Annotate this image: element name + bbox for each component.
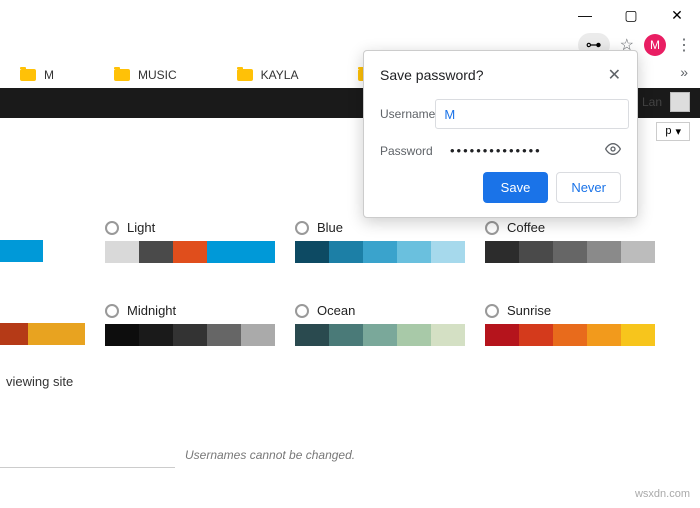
swatch — [621, 324, 655, 346]
swatch — [397, 324, 431, 346]
palette-option[interactable]: Coffee — [485, 220, 655, 263]
menu-icon[interactable]: ⋮ — [676, 35, 692, 55]
bookmark-item[interactable]: M — [20, 68, 54, 82]
swatch — [207, 324, 241, 346]
folder-icon — [20, 69, 36, 81]
watermark: wsxdn.com — [635, 488, 690, 500]
username-hint: Usernames cannot be changed. — [185, 448, 355, 462]
swatch — [0, 240, 21, 262]
swatch — [43, 240, 64, 262]
swatch-row — [105, 324, 275, 346]
swatch — [621, 241, 655, 263]
swatch — [173, 241, 207, 263]
close-icon[interactable]: ✕ — [608, 65, 621, 85]
swatch — [139, 324, 173, 346]
swatch-row — [485, 324, 655, 346]
swatch — [241, 241, 275, 263]
radio-icon — [295, 221, 309, 235]
swatch — [485, 324, 519, 346]
folder-icon — [237, 69, 253, 81]
palette-name: Coffee — [507, 220, 545, 235]
dropdown[interactable]: p▾ — [656, 122, 690, 141]
popover-username-input[interactable] — [435, 99, 629, 129]
swatch — [57, 323, 85, 345]
swatch-row — [0, 323, 85, 345]
save-button[interactable]: Save — [483, 172, 549, 203]
swatch — [363, 324, 397, 346]
bookmark-item[interactable]: MUSIC — [114, 68, 177, 82]
radio-icon — [105, 221, 119, 235]
radio-icon — [485, 221, 499, 235]
swatch — [431, 324, 465, 346]
swatch-row — [295, 241, 465, 263]
eye-icon[interactable] — [605, 141, 621, 160]
radio-icon — [485, 304, 499, 318]
bookmark-item[interactable]: KAYLA — [237, 68, 299, 82]
swatch — [329, 324, 363, 346]
swatch — [21, 240, 42, 262]
chevron-down-icon: ▾ — [675, 125, 681, 138]
minimize-button[interactable]: — — [562, 0, 608, 30]
swatch — [519, 324, 553, 346]
palette-name: Midnight — [127, 303, 176, 318]
viewing-site-label: viewing site — [6, 374, 73, 389]
swatch — [139, 241, 173, 263]
password-value: •••••••••••••• — [450, 143, 605, 158]
swatch — [241, 324, 275, 346]
swatch — [295, 241, 329, 263]
radio-icon — [105, 304, 119, 318]
swatch — [0, 323, 28, 345]
swatch — [553, 241, 587, 263]
palette-name: Light — [127, 220, 155, 235]
folder-icon — [114, 69, 130, 81]
swatch — [64, 240, 85, 262]
palette-option[interactable]: Ocean — [295, 303, 465, 346]
profile-avatar[interactable]: M — [644, 34, 666, 56]
swatch — [553, 324, 587, 346]
swatch — [431, 241, 465, 263]
swatch — [295, 324, 329, 346]
swatch-row — [105, 241, 275, 263]
swatch-row — [295, 324, 465, 346]
username-label: Username — [380, 107, 435, 121]
palette-name: Blue — [317, 220, 343, 235]
palette-option[interactable]: Blue — [295, 220, 465, 263]
maximize-button[interactable]: ▢ — [608, 0, 654, 30]
username-input[interactable] — [0, 442, 175, 468]
swatch — [105, 324, 139, 346]
palette-name: Sunrise — [507, 303, 551, 318]
palette-grid: Light Blue Coffee Midnight Ocean Sunrise — [0, 220, 700, 386]
user-avatar[interactable] — [670, 92, 690, 112]
swatch — [28, 323, 56, 345]
swatch — [587, 241, 621, 263]
swatch — [105, 241, 139, 263]
radio-icon — [295, 304, 309, 318]
swatch — [485, 241, 519, 263]
swatch — [173, 324, 207, 346]
palette-option[interactable]: Midnight — [105, 303, 275, 346]
popover-title: Save password? — [380, 67, 484, 83]
password-label: Password — [380, 144, 450, 158]
save-password-popover: Save password? ✕ Username Password •••••… — [363, 50, 638, 218]
swatch — [329, 241, 363, 263]
swatch — [363, 241, 397, 263]
palette-option[interactable] — [0, 220, 85, 263]
swatch — [397, 241, 431, 263]
swatch — [587, 324, 621, 346]
swatch-row — [0, 240, 85, 262]
palette-name: Ocean — [317, 303, 355, 318]
palette-option[interactable] — [0, 303, 85, 346]
swatch — [207, 241, 241, 263]
overflow-icon[interactable]: » — [680, 64, 688, 80]
swatch-row — [485, 241, 655, 263]
close-window-button[interactable]: ✕ — [654, 0, 700, 30]
palette-option[interactable]: Light — [105, 220, 275, 263]
palette-option[interactable]: Sunrise — [485, 303, 655, 346]
never-button[interactable]: Never — [556, 172, 621, 203]
swatch — [519, 241, 553, 263]
